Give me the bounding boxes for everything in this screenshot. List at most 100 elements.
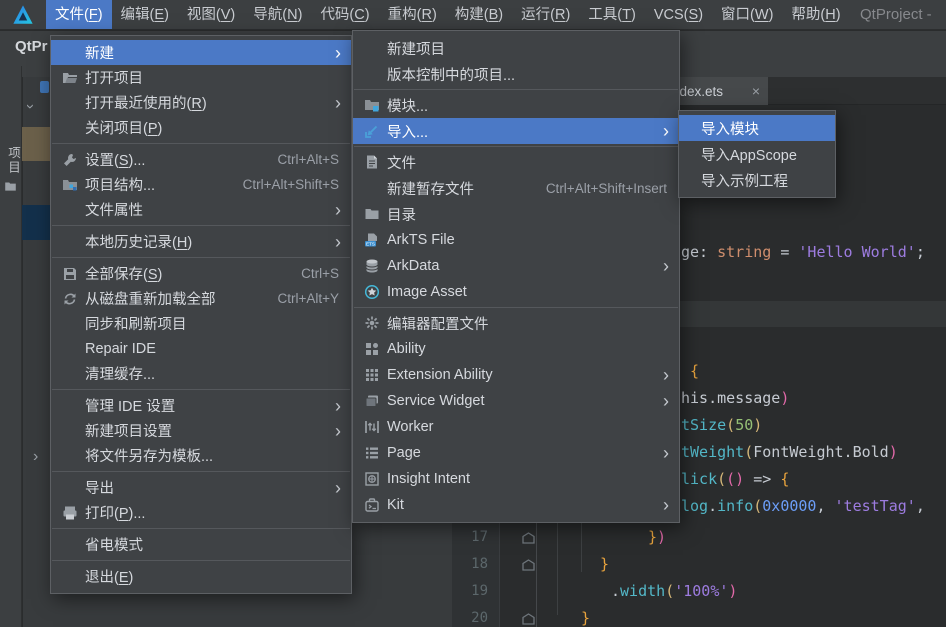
menu-item-directory[interactable]: 目录 xyxy=(353,201,679,227)
menu-item-label: Worker xyxy=(387,419,433,435)
menubar-item-view[interactable]: 视图(V) xyxy=(178,0,244,29)
submenu-arrow-icon: › xyxy=(335,397,343,415)
panel-chevron-icon[interactable]: › xyxy=(33,448,38,466)
menu-item-label: 导入... xyxy=(387,121,428,142)
menu-item-page[interactable]: Page› xyxy=(353,440,679,466)
menu-item-invalidate-caches[interactable]: 清理缓存... xyxy=(51,361,351,386)
submenu-arrow-icon: › xyxy=(663,366,671,384)
line-number[interactable]: 18 xyxy=(452,551,488,578)
menu-item-manage-ide-settings[interactable]: 管理 IDE 设置› xyxy=(51,393,351,418)
menu-icon-slot xyxy=(59,423,81,439)
menu-item-file[interactable]: 文件 xyxy=(353,149,679,175)
menu-item-label: Page xyxy=(387,445,421,461)
menu-shortcut: Ctrl+Alt+S xyxy=(277,152,343,167)
menu-item-power-save-mode[interactable]: 省电模式 xyxy=(51,532,351,557)
menu-item-import[interactable]: 导入...› xyxy=(353,118,679,144)
menu-item-editor-config-file[interactable]: 编辑器配置文件 xyxy=(353,310,679,336)
menubar-item-run[interactable]: 运行(R) xyxy=(512,0,579,29)
menubar-item-edit[interactable]: 编辑(E) xyxy=(112,0,178,29)
fold-marker-icon[interactable] xyxy=(522,531,535,549)
code-line: }) xyxy=(648,524,666,551)
menu-item-project-from-vcs[interactable]: 版本控制中的项目... xyxy=(353,61,679,87)
project-tree-row[interactable] xyxy=(22,205,50,240)
menu-item-arkts-file[interactable]: ETS ArkTS File xyxy=(353,227,679,253)
menu-item-import-appscope[interactable]: 导入AppScope xyxy=(679,141,835,167)
menu-item-ability[interactable]: Ability xyxy=(353,336,679,362)
menu-item-settings[interactable]: 设置(S)... Ctrl+Alt+S xyxy=(51,147,351,172)
image-asset-icon xyxy=(361,284,383,300)
menubar-item-file[interactable]: 文件(F) xyxy=(46,0,112,29)
menu-item-new-project-settings[interactable]: 新建项目设置› xyxy=(51,418,351,443)
menu-item-module[interactable]: 模块... xyxy=(353,92,679,118)
fold-guide-line xyxy=(536,520,537,627)
submenu-arrow-icon: › xyxy=(663,257,671,275)
breadcrumb-file-icon[interactable] xyxy=(40,81,49,93)
menu-item-print[interactable]: 打印(P)... xyxy=(51,500,351,525)
menu-item-insight-intent[interactable]: Insight Intent xyxy=(353,466,679,492)
fold-marker-icon[interactable] xyxy=(522,612,535,627)
menu-item-extension-ability[interactable]: Extension Ability› xyxy=(353,362,679,388)
menu-item-project-structure[interactable]: 项目结构...Ctrl+Alt+Shift+S xyxy=(51,172,351,197)
line-number[interactable]: 17 xyxy=(452,524,488,551)
menu-item-exit[interactable]: 退出(E) xyxy=(51,564,351,589)
menu-item-new-project[interactable]: 新建项目 xyxy=(353,35,679,61)
project-tree-selected-row[interactable] xyxy=(22,127,50,161)
service-widget-icon xyxy=(361,393,383,409)
menu-item-arkdata[interactable]: ArkData› xyxy=(353,253,679,279)
menu-item-import-sample-project[interactable]: 导入示例工程 xyxy=(679,167,835,193)
menu-item-scratch-file[interactable]: 新建暂存文件Ctrl+Alt+Shift+Insert xyxy=(353,175,679,201)
menu-item-repair-ide[interactable]: Repair IDE xyxy=(51,336,351,361)
menu-item-import-module[interactable]: 导入模块 xyxy=(679,115,835,141)
submenu-arrow-icon: › xyxy=(335,94,343,112)
menubar-item-help[interactable]: 帮助(H) xyxy=(782,0,849,29)
menubar-item-build[interactable]: 构建(B) xyxy=(446,0,512,29)
gear-icon xyxy=(361,315,383,331)
line-number[interactable]: 20 xyxy=(452,605,488,627)
menubar-item-window[interactable]: 窗口(W) xyxy=(712,0,782,29)
menubar-item-navigate[interactable]: 导航(N) xyxy=(244,0,311,29)
menu-item-open-project[interactable]: 打开项目 xyxy=(51,65,351,90)
tab-close-icon[interactable]: × xyxy=(752,83,760,99)
menu-item-worker[interactable]: Worker xyxy=(353,414,679,440)
menubar-item-vcs[interactable]: VCS(S) xyxy=(645,0,712,29)
menu-item-reload-all-from-disk[interactable]: 从磁盘重新加载全部Ctrl+Alt+Y xyxy=(51,286,351,311)
menu-item-new[interactable]: 新建› xyxy=(51,40,351,65)
project-name[interactable]: QtPr xyxy=(15,38,48,55)
menu-item-open-recent[interactable]: 打开最近使用的(R)› xyxy=(51,90,351,115)
stripe-tab-project[interactable]: 项目 xyxy=(4,146,23,175)
menu-item-kit[interactable]: Kit› xyxy=(353,492,679,518)
module-icon xyxy=(361,97,383,113)
menu-item-label: Image Asset xyxy=(387,284,467,300)
menubar-item-code[interactable]: 代码(C) xyxy=(311,0,378,29)
indent-guide xyxy=(557,520,558,615)
menu-item-label: ArkTS File xyxy=(387,232,455,248)
kit-icon xyxy=(361,497,383,513)
fold-marker-icon[interactable] xyxy=(522,558,535,576)
deveco-logo xyxy=(0,0,46,29)
menu-item-save-all[interactable]: 全部保存(S)Ctrl+S xyxy=(51,261,351,286)
line-number[interactable]: 19 xyxy=(452,578,488,605)
menu-item-image-asset[interactable]: Image Asset xyxy=(353,279,679,305)
worker-icon xyxy=(361,419,383,435)
menu-item-service-widget[interactable]: Service Widget› xyxy=(353,388,679,414)
menu-item-file-properties[interactable]: 文件属性› xyxy=(51,197,351,222)
code-line: his.message) xyxy=(681,385,789,412)
menubar-item-tools[interactable]: 工具(T) xyxy=(579,0,645,29)
svg-text:ETS: ETS xyxy=(366,241,375,246)
menu-item-local-history[interactable]: 本地历史记录(H)› xyxy=(51,229,351,254)
menu-icon-slot xyxy=(59,537,81,553)
menu-item-save-file-as-template[interactable]: 将文件另存为模板... xyxy=(51,443,351,468)
menubar-item-refactor[interactable]: 重构(R) xyxy=(379,0,446,29)
menu-item-export[interactable]: 导出› xyxy=(51,475,351,500)
settings-icon xyxy=(59,152,81,168)
menu-item-label: 设置(S)... xyxy=(85,149,145,170)
tree-expand-icon[interactable]: › xyxy=(22,104,39,109)
menu-item-close-project[interactable]: 关闭项目(P) xyxy=(51,115,351,140)
menu-separator xyxy=(52,471,350,472)
submenu-arrow-icon: › xyxy=(335,233,343,251)
project-structure-icon xyxy=(59,177,81,193)
code-line: } xyxy=(581,605,590,627)
menu-item-sync-refresh-project[interactable]: 同步和刷新项目 xyxy=(51,311,351,336)
menu-icon-slot xyxy=(59,202,81,218)
menu-item-label: 导出 xyxy=(85,477,114,498)
